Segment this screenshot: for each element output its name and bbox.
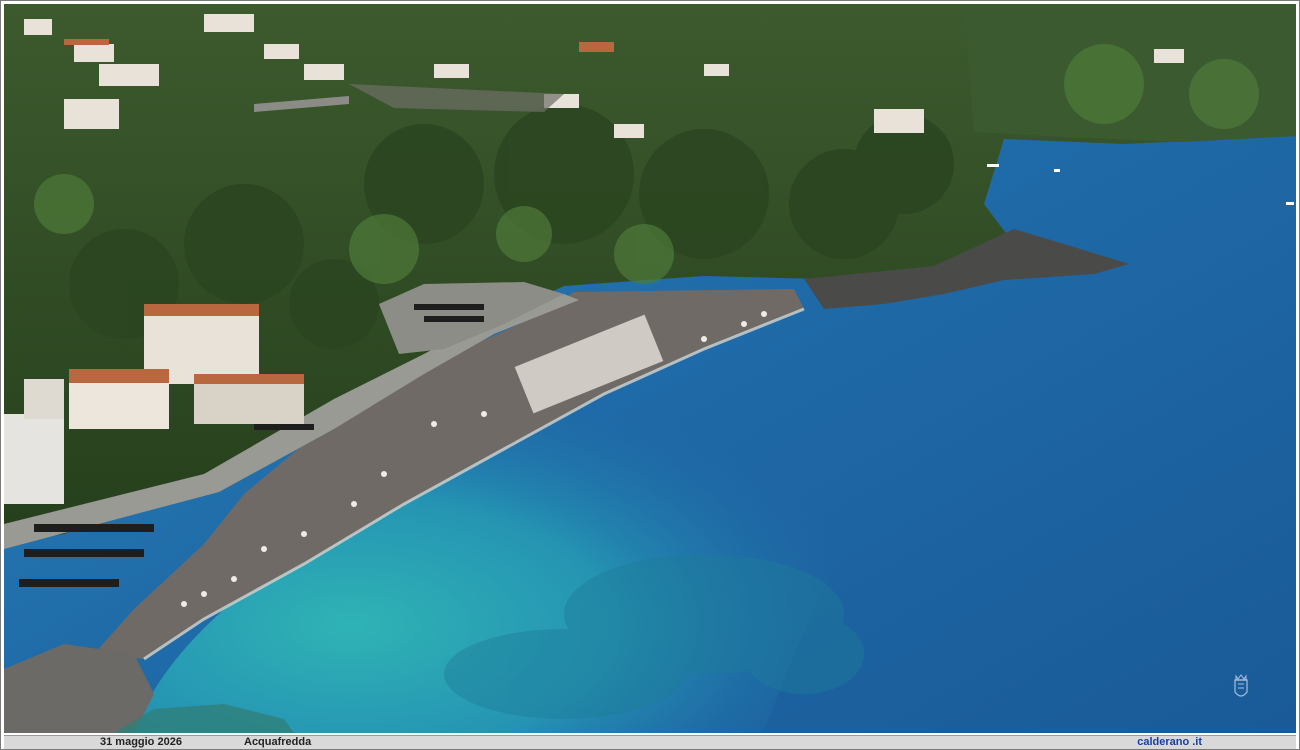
crest-icon: [1234, 674, 1248, 697]
caption-site-link[interactable]: calderano .it: [1137, 736, 1202, 749]
aerial-scene: [4, 4, 1296, 733]
caption-place: Acquafredda: [244, 736, 312, 748]
caption-bar: 31 maggio 2026 Acquafredda calderano .it: [4, 735, 1296, 749]
aerial-photo: [4, 4, 1296, 733]
photo-frame: 31 maggio 2026 Acquafredda calderano .it: [0, 0, 1300, 750]
caption-date: 31 maggio 2026: [100, 736, 182, 748]
